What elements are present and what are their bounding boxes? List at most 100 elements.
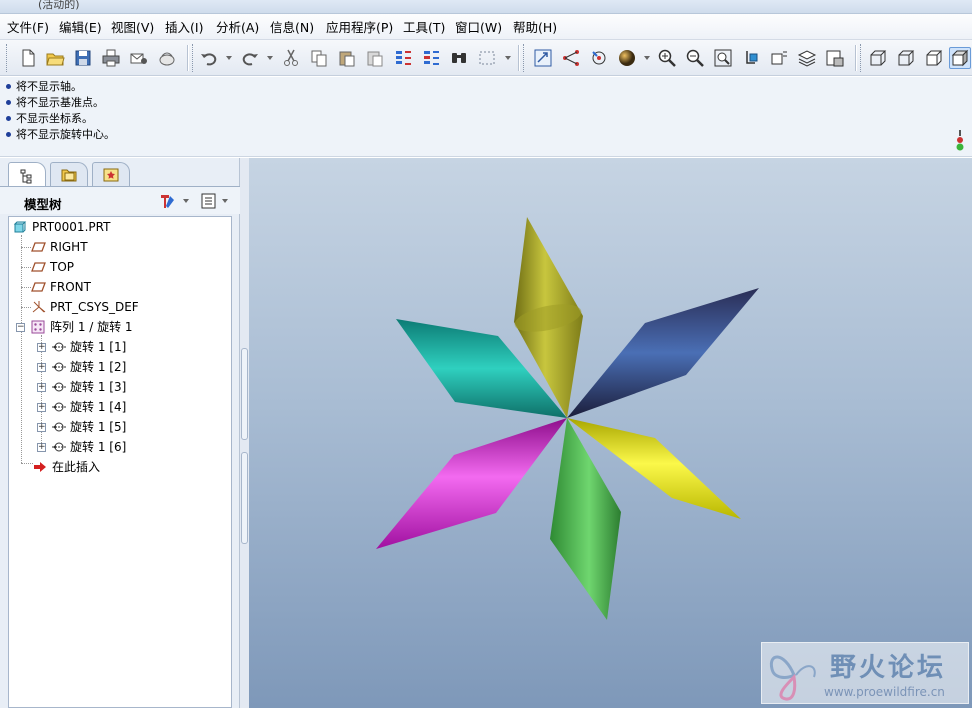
tree-item-revolve-4[interactable]: 旋转 1 [4]: [51, 398, 126, 416]
pane-splitter[interactable]: [240, 158, 249, 708]
expand-toggle[interactable]: +: [37, 443, 46, 452]
expand-toggle[interactable]: +: [37, 403, 46, 412]
part-icon: [13, 220, 29, 234]
watermark-url: www.proewildfire.cn: [824, 685, 945, 699]
menu-view[interactable]: 视图(V): [111, 20, 154, 36]
tree-item-revolve-2[interactable]: 旋转 1 [2]: [51, 358, 126, 376]
menu-info[interactable]: 信息(N): [270, 20, 314, 36]
wireframe-icon[interactable]: [867, 47, 889, 69]
revolve-icon: [51, 400, 67, 414]
view-manager-icon[interactable]: [824, 47, 846, 69]
zoom-out-icon[interactable]: [684, 47, 706, 69]
refit-view-icon[interactable]: [712, 47, 734, 69]
open-folder-icon[interactable]: [44, 47, 66, 69]
tree-root[interactable]: PRT0001.PRT: [13, 218, 110, 236]
expand-toggle[interactable]: +: [37, 423, 46, 432]
tab-folder-browser[interactable]: [50, 162, 88, 186]
tree-item-revolve-3[interactable]: 旋转 1 [3]: [51, 378, 126, 396]
regen-manager-icon[interactable]: [420, 47, 442, 69]
toolbar-grip[interactable]: [523, 44, 526, 72]
toolbar-grip[interactable]: [6, 44, 9, 72]
print-icon[interactable]: [100, 47, 122, 69]
model-pinwheel[interactable]: [249, 158, 972, 708]
layers-icon[interactable]: [796, 47, 818, 69]
collapse-toggle[interactable]: −: [16, 323, 25, 332]
expand-toggle[interactable]: +: [37, 363, 46, 372]
send-mail-icon[interactable]: [128, 47, 150, 69]
tab-favorites[interactable]: [92, 162, 130, 186]
tree-insert-here[interactable]: 在此插入: [33, 458, 100, 476]
spin-center-icon[interactable]: [588, 47, 610, 69]
paste-icon[interactable]: [336, 47, 358, 69]
bullet-icon: [6, 99, 11, 105]
expand-toggle[interactable]: +: [37, 343, 46, 352]
csys-icon: [31, 300, 47, 314]
menu-window[interactable]: 窗口(W): [455, 20, 502, 36]
menu-insert[interactable]: 插入(I): [165, 20, 203, 36]
save-icon[interactable]: [72, 47, 94, 69]
splitter-handle[interactable]: [241, 348, 248, 440]
menu-file[interactable]: 文件(F): [7, 20, 49, 36]
zoom-in-icon[interactable]: [656, 47, 678, 69]
toolbar-grip[interactable]: [860, 44, 863, 72]
undo-icon[interactable]: [198, 47, 220, 69]
revolve-icon: [51, 440, 67, 454]
menu-applications[interactable]: 应用程序(P): [326, 20, 393, 36]
undo-dropdown[interactable]: [226, 56, 232, 60]
no-hidden-icon[interactable]: [923, 47, 945, 69]
tree-item-revolve-6[interactable]: 旋转 1 [6]: [51, 438, 126, 456]
bullet-icon: [6, 131, 11, 137]
tree-settings-dropdown[interactable]: [183, 199, 189, 203]
menu-edit[interactable]: 编辑(E): [59, 20, 102, 36]
mail-icon[interactable]: [156, 47, 178, 69]
saved-views-icon[interactable]: [768, 47, 790, 69]
regenerate-icon[interactable]: [392, 47, 414, 69]
tree-item-right[interactable]: RIGHT: [31, 238, 88, 256]
splitter-handle[interactable]: [241, 452, 248, 544]
tree-item-pattern[interactable]: 阵列 1 / 旋转 1: [31, 318, 133, 336]
copy-icon[interactable]: [308, 47, 330, 69]
menu-help[interactable]: 帮助(H): [513, 20, 557, 36]
redo-icon[interactable]: [239, 47, 261, 69]
tree-item-front[interactable]: FRONT: [31, 278, 91, 296]
datum-display-icon[interactable]: [560, 47, 582, 69]
refit-icon[interactable]: [532, 47, 554, 69]
find-icon[interactable]: [448, 47, 470, 69]
message-text: 将不显示旋转中心。: [16, 128, 115, 141]
blade-magenta[interactable]: [376, 418, 567, 549]
tree-show-dropdown[interactable]: [222, 199, 228, 203]
shading-dropdown[interactable]: [644, 56, 650, 60]
tree-icon: [20, 169, 32, 183]
expand-toggle[interactable]: +: [37, 383, 46, 392]
graphics-window[interactable]: [249, 158, 972, 708]
tree-item-revolve-5[interactable]: 旋转 1 [5]: [51, 418, 126, 436]
toolbar-separator: [187, 45, 188, 71]
message-text: 将不显示基准点。: [16, 96, 104, 109]
tree-item-revolve-1[interactable]: 旋转 1 [1]: [51, 338, 126, 356]
select-dropdown[interactable]: [505, 56, 511, 60]
new-file-icon[interactable]: [17, 47, 39, 69]
tree-item-top[interactable]: TOP: [31, 258, 74, 276]
shading-icon[interactable]: [949, 47, 971, 69]
tree-item-label: 旋转 1 [6]: [70, 440, 127, 454]
toolbar-grip[interactable]: [192, 44, 195, 72]
hidden-line-icon[interactable]: [895, 47, 917, 69]
reorient-icon[interactable]: [740, 47, 762, 69]
bullet-icon: [6, 83, 11, 89]
tree-root-label: PRT0001.PRT: [32, 220, 111, 234]
tree-settings-icon[interactable]: [158, 192, 176, 213]
select-box-icon[interactable]: [476, 47, 498, 69]
blade-navy[interactable]: [567, 288, 759, 418]
tree-connector: [21, 307, 31, 308]
tab-model-tree[interactable]: [8, 162, 46, 188]
cut-icon[interactable]: [280, 47, 302, 69]
status-light-icon[interactable]: [955, 130, 965, 154]
menu-analysis[interactable]: 分析(A): [216, 20, 259, 36]
paste-special-icon[interactable]: [364, 47, 386, 69]
shading-sphere-icon[interactable]: [616, 47, 638, 69]
menu-tools[interactable]: 工具(T): [403, 20, 445, 36]
tree-item-csys[interactable]: PRT_CSYS_DEF: [31, 298, 139, 316]
tree-show-icon[interactable]: [200, 192, 218, 213]
redo-dropdown[interactable]: [267, 56, 273, 60]
datum-plane-icon: [31, 260, 47, 274]
